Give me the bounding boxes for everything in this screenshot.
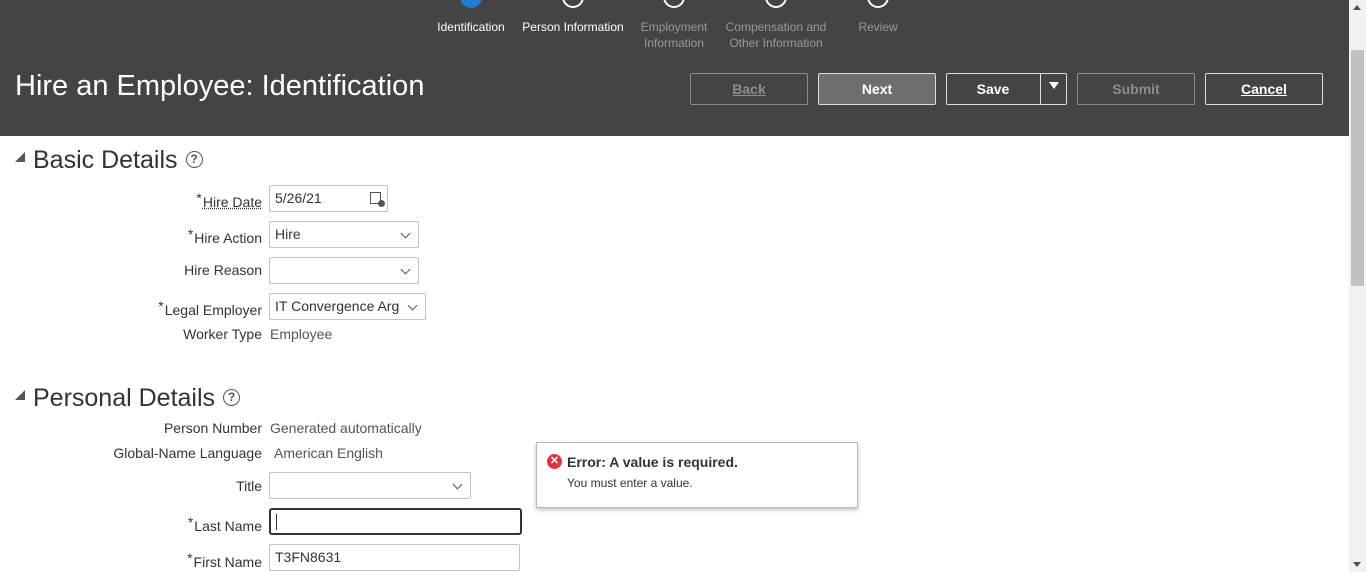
submit-button[interactable]: Submit	[1077, 73, 1195, 105]
person-number-value: Generated automatically	[270, 420, 422, 436]
help-circle-icon[interactable]: ?	[223, 389, 241, 406]
scroll-up-arrow-icon[interactable]	[1353, 5, 1361, 10]
train-step-dot	[765, 0, 787, 8]
page-header: Identification Person Information Employ…	[0, 0, 1349, 136]
train-step-label: Employment Information	[640, 20, 708, 50]
scroll-down-arrow-icon[interactable]	[1353, 562, 1361, 567]
hire-reason-label: Hire Reason	[184, 262, 262, 278]
global-name-language-value: American English	[274, 445, 383, 461]
last-name-label: *Last Name	[187, 514, 262, 534]
error-message: You must enter a value.	[567, 476, 693, 490]
section-title: Basic Details	[33, 146, 178, 174]
error-popup: ✕ Error: A value is required. You must e…	[536, 442, 858, 508]
hire-date-label: *Hire Date	[196, 190, 262, 210]
chevron-down-icon[interactable]	[400, 228, 411, 239]
hire-reason-select[interactable]	[269, 257, 419, 284]
legal-employer-label: *Legal Employer	[158, 298, 262, 318]
train-step-label: Compensation and Other Information	[725, 20, 827, 50]
legal-employer-select[interactable]: IT Convergence Arg	[269, 293, 426, 320]
chevron-down-icon[interactable]	[407, 300, 418, 311]
train-step-dot	[562, 0, 584, 8]
cancel-button[interactable]: Cancel	[1205, 73, 1323, 105]
basic-details-header[interactable]: Basic Details?	[15, 146, 203, 175]
train-step-label: Identification	[437, 20, 505, 34]
section-title: Personal Details	[33, 384, 216, 412]
train-step-label: Review	[858, 20, 898, 34]
hire-date-field[interactable]: 5/26/21	[269, 185, 388, 212]
global-name-language-label: Global-Name Language	[113, 445, 262, 461]
calendar-icon[interactable]	[370, 192, 385, 207]
chevron-down-icon[interactable]	[452, 479, 463, 490]
chevron-down-icon[interactable]	[400, 264, 411, 275]
first-name-input[interactable]: T3FN8631	[269, 544, 520, 571]
title-select[interactable]	[269, 472, 471, 499]
title-label: Title	[236, 478, 262, 494]
collapse-triangle-icon[interactable]	[15, 390, 25, 400]
hire-action-label: *Hire Action	[187, 226, 262, 246]
save-menu-chevron-down-icon[interactable]	[1041, 73, 1067, 105]
collapse-triangle-icon[interactable]	[15, 152, 25, 162]
personal-details-header[interactable]: Personal Details?	[15, 384, 241, 413]
text-cursor	[276, 514, 277, 530]
last-name-input[interactable]	[269, 508, 522, 535]
next-button[interactable]: Next	[818, 73, 936, 105]
first-name-label: *First Name	[187, 550, 262, 570]
worker-type-value: Employee	[270, 326, 333, 342]
page-title: Hire an Employee: Identification	[15, 70, 425, 102]
scrollbar-thumb[interactable]	[1351, 50, 1364, 286]
worker-type-label: Worker Type	[183, 326, 262, 342]
error-title: Error: A value is required.	[567, 454, 738, 470]
error-icon: ✕	[547, 454, 562, 469]
train-step-dot	[867, 0, 889, 8]
person-number-label: Person Number	[163, 420, 262, 436]
back-button[interactable]: Back	[690, 73, 808, 105]
train-step-dot	[460, 0, 482, 8]
help-circle-icon[interactable]: ?	[185, 151, 203, 168]
train-step-dot	[663, 0, 685, 8]
vertical-scrollbar[interactable]	[1349, 0, 1366, 572]
train-step-label: Person Information	[522, 20, 624, 34]
hire-action-select[interactable]: Hire	[269, 221, 419, 248]
